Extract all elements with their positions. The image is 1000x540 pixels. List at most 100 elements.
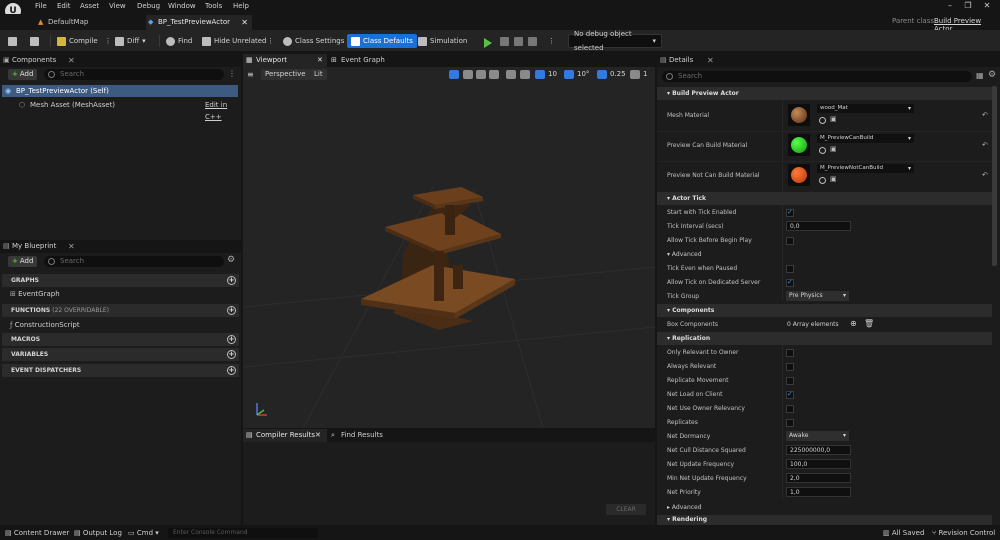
section-variables[interactable]: VARIABLES + xyxy=(2,348,239,361)
grid-snap-value[interactable]: 10 xyxy=(548,70,557,78)
add-dispatcher-icon[interactable]: + xyxy=(227,366,236,375)
viewport-panel[interactable]: ▦ Viewport ✕ ⊞ Event Graph ≡ Perspective… xyxy=(243,54,655,428)
find-button[interactable]: Find xyxy=(166,34,192,48)
category-actor-tick[interactable]: ▾ Actor Tick xyxy=(657,192,992,205)
browse-icon[interactable] xyxy=(819,117,826,124)
translate-icon[interactable] xyxy=(463,70,473,79)
rotate-icon[interactable] xyxy=(476,70,486,79)
cmd-button[interactable]: ▭ Cmd ▾ xyxy=(128,528,159,538)
reset-icon[interactable]: ↶ xyxy=(982,111,988,119)
net-cull-input[interactable]: 225000000,0 xyxy=(786,445,851,455)
section-graphs[interactable]: GRAPHS + xyxy=(2,274,239,287)
add-component-button[interactable]: + Add xyxy=(8,69,38,80)
close-panel-icon[interactable]: ✕ xyxy=(68,240,75,253)
tick-group-select[interactable]: Pre Physics xyxy=(786,291,849,301)
reset-icon[interactable]: ↶ xyxy=(982,171,988,179)
tab-compiler-results[interactable]: ▤ Compiler Results ✕ xyxy=(243,429,327,442)
section-event-dispatchers[interactable]: EVENT DISPATCHERS + xyxy=(2,364,239,377)
rotation-snap-icon[interactable] xyxy=(564,70,574,79)
tab-bp-testpreviewactor[interactable]: ◆ BP_TestPreviewActor ✕ xyxy=(146,15,252,30)
allow-tick-checkbox[interactable] xyxy=(786,237,794,245)
restore-icon[interactable]: ❐ xyxy=(962,1,974,11)
preview-can-build-thumbnail[interactable] xyxy=(788,134,810,156)
scale-snap-icon[interactable] xyxy=(597,70,607,79)
replicates-checkbox[interactable] xyxy=(786,419,794,427)
scale-snap-value[interactable]: 0.25 xyxy=(610,70,626,78)
clear-button[interactable]: CLEAR xyxy=(606,504,646,515)
reset-icon[interactable]: ↶ xyxy=(982,141,988,149)
all-saved-status[interactable]: ▥ All Saved xyxy=(883,528,924,538)
eject-button[interactable] xyxy=(528,34,537,48)
advanced-toggle[interactable]: ▾ Advanced xyxy=(657,248,992,261)
play-options-icon[interactable]: ⋮ xyxy=(548,34,555,48)
compile-button[interactable]: Compile ⋮ xyxy=(57,34,112,48)
output-log-button[interactable]: ▤ Output Log xyxy=(74,528,122,538)
menu-view[interactable]: View xyxy=(109,2,126,10)
menu-asset[interactable]: Asset xyxy=(80,2,99,10)
rotation-snap-value[interactable]: 10° xyxy=(577,70,589,78)
close-tab-icon[interactable]: ✕ xyxy=(241,15,248,30)
category-build-preview-actor[interactable]: ▾ Build Preview Actor xyxy=(657,87,992,100)
net-load-checkbox[interactable] xyxy=(786,390,794,399)
add-macro-icon[interactable]: + xyxy=(227,335,236,344)
net-update-input[interactable]: 100,0 xyxy=(786,459,851,469)
net-priority-input[interactable]: 1,0 xyxy=(786,487,851,497)
select-mode-icon[interactable] xyxy=(449,70,459,79)
category-rendering[interactable]: ▾ Rendering xyxy=(657,515,992,525)
allow-dedicated-checkbox[interactable] xyxy=(786,278,794,287)
more-options-icon[interactable]: ⋮ xyxy=(267,34,274,48)
compile-options-icon[interactable]: ⋮ xyxy=(105,34,112,48)
menu-file[interactable]: File xyxy=(35,2,47,10)
edit-cpp-link[interactable]: Edit in C++ xyxy=(205,99,238,123)
add-element-icon[interactable]: ⊕ xyxy=(850,319,857,328)
gear-icon[interactable]: ⚙ xyxy=(227,255,235,265)
net-dormancy-select[interactable]: Awake xyxy=(786,431,849,441)
add-variable-icon[interactable]: + xyxy=(227,350,236,359)
table-view-icon[interactable]: ▦ xyxy=(976,71,984,80)
preview-not-can-build-thumbnail[interactable] xyxy=(788,164,810,186)
minimize-icon[interactable]: – xyxy=(944,1,956,11)
tab-event-graph[interactable]: ⊞ Event Graph xyxy=(329,54,399,67)
tick-paused-checkbox[interactable] xyxy=(786,265,794,273)
menu-window[interactable]: Window xyxy=(168,2,196,10)
class-settings-button[interactable]: Class Settings xyxy=(283,34,344,48)
details-scrollbar[interactable] xyxy=(992,86,997,266)
event-graph-item[interactable]: ⊞ EventGraph xyxy=(10,290,60,298)
folder-icon[interactable]: ▣ xyxy=(830,115,837,123)
browse-button[interactable] xyxy=(30,34,39,48)
world-local-icon[interactable] xyxy=(506,70,516,79)
camera-speed-value[interactable]: 1 xyxy=(643,70,647,78)
grid-snap-icon[interactable] xyxy=(535,70,545,79)
tick-interval-input[interactable]: 0,0 xyxy=(786,221,851,231)
add-function-icon[interactable]: + xyxy=(227,306,236,315)
simulation-button[interactable]: Simulation xyxy=(418,34,467,48)
net-owner-checkbox[interactable] xyxy=(786,405,794,413)
trash-icon[interactable]: 🗑 xyxy=(864,319,874,328)
perspective-button[interactable]: Perspective xyxy=(261,69,310,80)
close-tab-icon[interactable]: ✕ xyxy=(315,429,321,442)
tab-defaultmap[interactable]: ▲ DefaultMap xyxy=(36,15,132,30)
replicate-movement-checkbox[interactable] xyxy=(786,377,794,385)
add-graph-icon[interactable]: + xyxy=(227,276,236,285)
tab-find-results[interactable]: ⌕ Find Results xyxy=(329,429,399,442)
surface-snap-icon[interactable] xyxy=(520,70,530,79)
close-panel-icon[interactable]: ✕ xyxy=(68,54,75,67)
components-search-input[interactable]: Search xyxy=(44,69,224,80)
add-blueprint-button[interactable]: + Add xyxy=(8,256,38,267)
content-drawer-button[interactable]: ▤ Content Drawer xyxy=(5,528,69,538)
browse-icon[interactable] xyxy=(819,177,826,184)
viewport-menu-icon[interactable]: ≡ xyxy=(247,70,254,79)
scale-icon[interactable] xyxy=(489,70,499,79)
mesh-material-select[interactable]: wood_Mat xyxy=(817,104,914,113)
category-replication[interactable]: ▾ Replication xyxy=(657,332,992,345)
stop-button[interactable] xyxy=(514,34,523,48)
class-defaults-button[interactable]: Class Defaults xyxy=(347,34,417,48)
step-button[interactable] xyxy=(500,34,509,48)
menu-edit[interactable]: Edit xyxy=(57,2,71,10)
category-components[interactable]: ▾ Components xyxy=(657,304,992,317)
camera-speed-icon[interactable] xyxy=(630,70,640,79)
lit-button[interactable]: Lit xyxy=(310,69,327,80)
always-relevant-checkbox[interactable] xyxy=(786,363,794,371)
folder-icon[interactable]: ▣ xyxy=(830,175,837,183)
preview-not-can-build-select[interactable]: M_PreviewNotCanBuild xyxy=(817,164,914,173)
